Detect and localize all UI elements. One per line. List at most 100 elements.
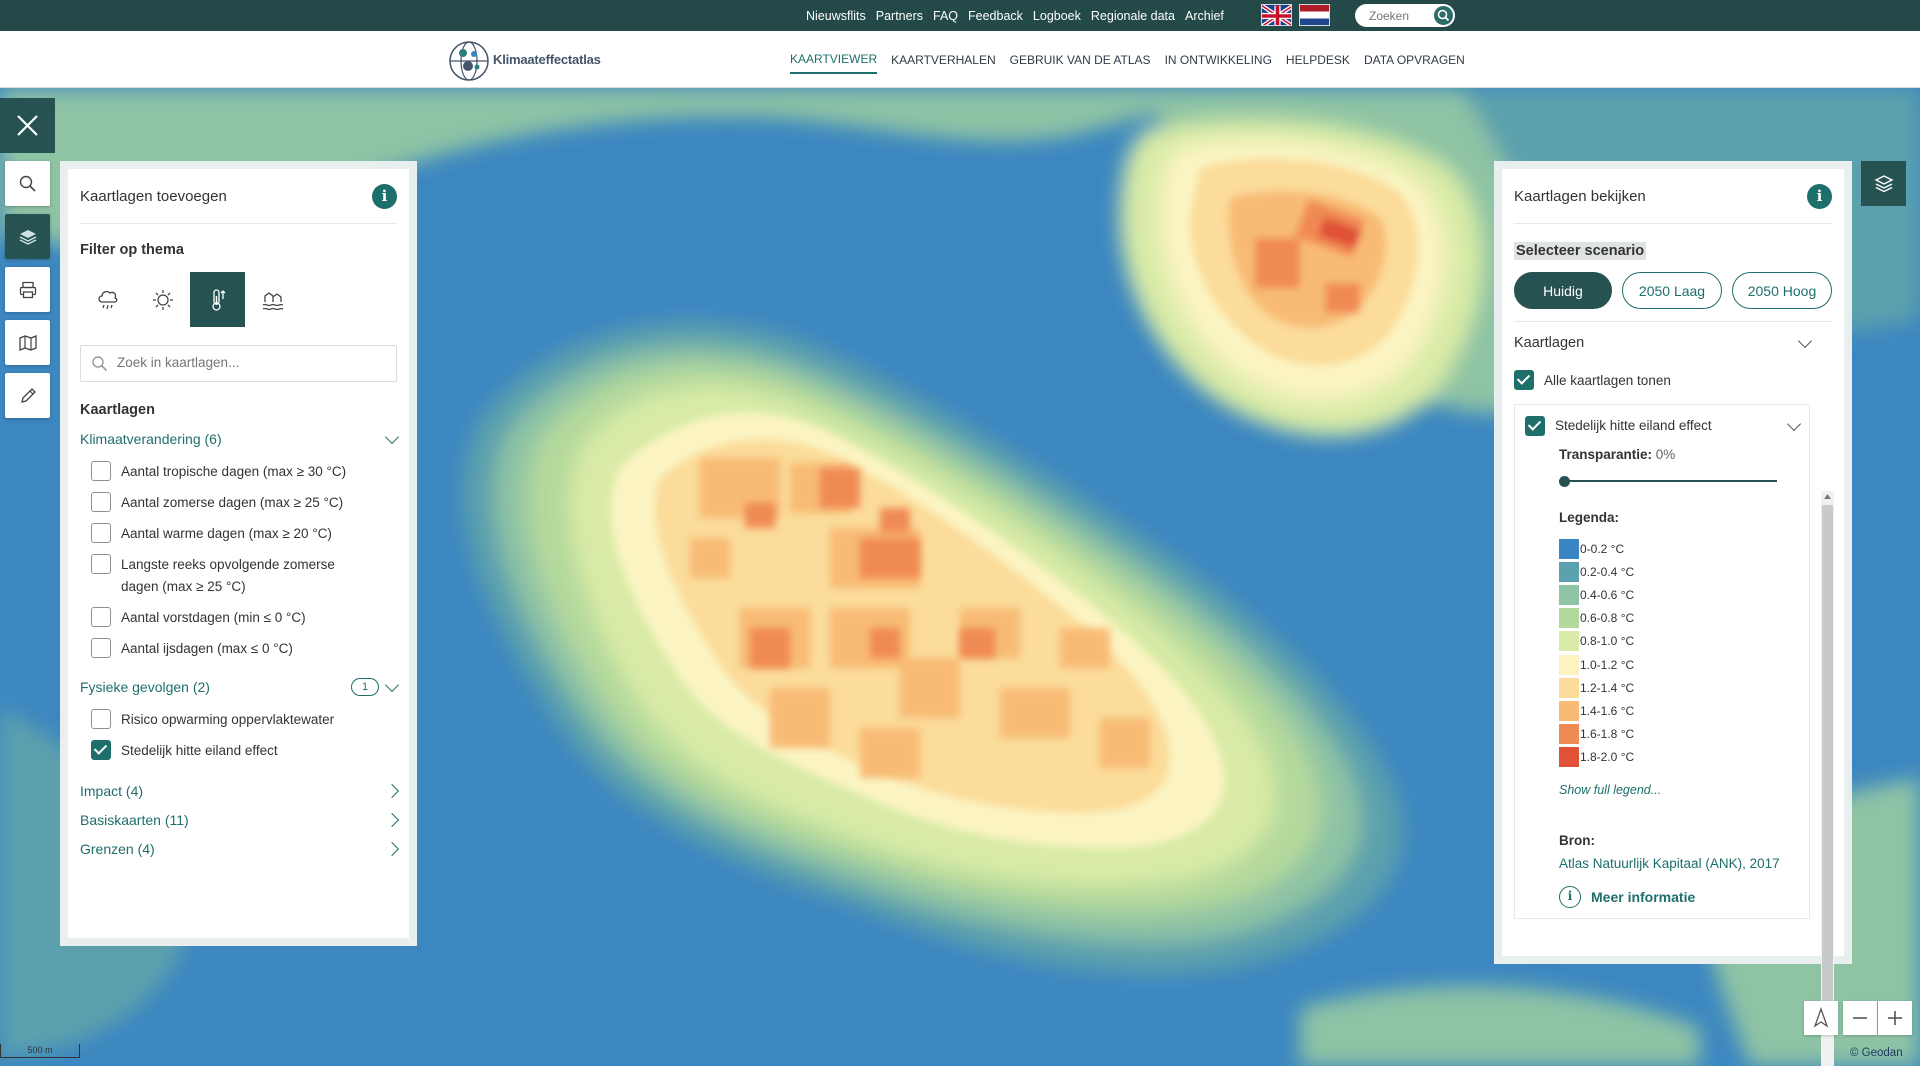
checkbox-checked[interactable]: [1514, 370, 1534, 390]
map-stories-tool-button[interactable]: [5, 320, 50, 365]
checkbox[interactable]: [91, 607, 111, 627]
layer-option[interactable]: Aantal ijsdagen (max ≤ 0 °C): [80, 638, 397, 660]
layer-option[interactable]: Langste reeks opvolgende zomerse dagen (…: [80, 554, 397, 598]
scenario-2050-laag-button[interactable]: 2050 Laag: [1622, 272, 1722, 309]
group-header-basiskaarten[interactable]: Basiskaarten (11): [80, 807, 400, 833]
theme-heat-button[interactable]: [190, 272, 245, 327]
layer-option[interactable]: Aantal zomerse dagen (max ≥ 25 °C): [80, 492, 397, 514]
draw-tool-button[interactable]: [5, 373, 50, 418]
layer-option-label: Aantal ijsdagen (max ≤ 0 °C): [121, 641, 293, 656]
minus-icon: [1853, 1017, 1867, 1019]
layer-option-label: Aantal tropische dagen (max ≥ 30 °C): [121, 464, 347, 479]
add-layers-panel-body: Kaartlagen toevoegen i Filter op thema Z…: [68, 169, 409, 938]
layer-option[interactable]: Stedelijk hitte eiland effect: [80, 740, 397, 762]
link-logboek[interactable]: Logboek: [1033, 9, 1081, 23]
checkbox[interactable]: [91, 638, 111, 658]
scrollbar-thumb[interactable]: [1822, 505, 1833, 1011]
layer-option[interactable]: Aantal vorstdagen (min ≤ 0 °C): [80, 607, 397, 629]
nav-kaartviewer[interactable]: KAARTVIEWER: [790, 46, 878, 74]
nav-gebruik-van-de-atlas[interactable]: GEBRUIK VAN DE ATLAS: [1010, 47, 1151, 73]
nav-in-ontwikkeling[interactable]: IN ONTWIKKELING: [1165, 47, 1272, 73]
active-layers-header[interactable]: Kaartlagen: [1514, 322, 1832, 364]
layer-option[interactable]: Risico opwarming oppervlaktewater: [80, 709, 397, 731]
theme-rain-button[interactable]: [80, 272, 135, 327]
show-all-layers-toggle[interactable]: Alle kaartlagen tonen: [1514, 370, 1832, 392]
legend: 0-0.2 °C 0.2-0.4 °C 0.4-0.6 °C 0.6-0.8 °…: [1559, 537, 1799, 769]
group-header-fysieke-gevolgen[interactable]: Fysieke gevolgen (2) 1: [80, 674, 400, 700]
group-header-impact[interactable]: Impact (4): [80, 778, 400, 804]
chevron-down-icon: [384, 429, 400, 445]
layers-tool-button[interactable]: [5, 214, 50, 259]
checkbox[interactable]: [91, 709, 111, 729]
search-button[interactable]: [1434, 6, 1453, 25]
legend-item: 1.2-1.4 °C: [1559, 676, 1799, 699]
scroll-up-icon[interactable]: [1824, 494, 1831, 500]
layer-search[interactable]: [80, 345, 397, 382]
main-nav: KAARTVIEWER KAARTVERHALEN GEBRUIK VAN DE…: [790, 31, 1465, 88]
theme-flood-button[interactable]: [245, 272, 300, 327]
legend-swatch: [1559, 561, 1579, 582]
scrollbar[interactable]: [1821, 491, 1834, 1066]
link-nieuwsflits[interactable]: Nieuwsflits: [806, 9, 866, 23]
zoom-in-button[interactable]: [1878, 1001, 1912, 1035]
info-icon[interactable]: i: [372, 183, 397, 209]
checkbox[interactable]: [91, 492, 111, 512]
search-tool-button[interactable]: [5, 161, 50, 206]
more-info-link[interactable]: i Meer informatie: [1559, 885, 1799, 908]
globe-logo-icon[interactable]: [447, 39, 491, 83]
top-search[interactable]: [1355, 4, 1455, 27]
layer-option-label: Stedelijk hitte eiland effect: [121, 743, 278, 758]
close-button[interactable]: [0, 98, 55, 153]
flag-nl-icon[interactable]: [1299, 4, 1330, 26]
scenario-huidig-button[interactable]: Huidig: [1514, 272, 1612, 309]
map-attribution[interactable]: © Geodan: [1850, 1047, 1903, 1059]
layer-option[interactable]: Aantal tropische dagen (max ≥ 30 °C): [80, 461, 397, 483]
north-arrow-button[interactable]: [1804, 1001, 1838, 1035]
legend-title: Legenda:: [1559, 510, 1620, 525]
layer-search-input[interactable]: [117, 355, 377, 370]
print-tool-button[interactable]: [5, 267, 50, 312]
layers-panel-toggle-button[interactable]: [1861, 161, 1906, 206]
legend-swatch: [1559, 608, 1579, 629]
group-header-grenzen[interactable]: Grenzen (4): [80, 836, 400, 862]
chevron-right-icon: [384, 841, 400, 857]
source-link[interactable]: Atlas Natuurlijk Kapitaal (ANK), 2017: [1559, 854, 1789, 874]
nav-data-opvragen[interactable]: DATA OPVRAGEN: [1364, 47, 1465, 73]
group-klimaatverandering: Klimaatverandering (6) Aantal tropische …: [80, 426, 400, 660]
slider-handle[interactable]: [1559, 476, 1570, 487]
transparency-slider[interactable]: [1559, 476, 1777, 487]
checkbox[interactable]: [91, 523, 111, 543]
top-search-input[interactable]: [1369, 7, 1431, 24]
chevron-down-icon[interactable]: [1786, 416, 1802, 432]
link-faq[interactable]: FAQ: [933, 9, 958, 23]
link-archief[interactable]: Archief: [1185, 9, 1224, 23]
checkbox-checked[interactable]: [91, 740, 111, 760]
active-layer-header[interactable]: Stedelijk hitte eiland effect: [1525, 415, 1802, 437]
checkbox-checked[interactable]: [1525, 416, 1545, 436]
checkbox[interactable]: [91, 554, 111, 574]
group-header-klimaatverandering[interactable]: Klimaatverandering (6): [80, 426, 400, 452]
chevron-right-icon: [384, 812, 400, 828]
scenario-2050-hoog-button[interactable]: 2050 Hoog: [1732, 272, 1832, 309]
legend-label: 1.4-1.6 °C: [1580, 703, 1635, 718]
layer-option[interactable]: Aantal warme dagen (max ≥ 20 °C): [80, 523, 397, 545]
nav-helpdesk[interactable]: HELPDESK: [1286, 47, 1350, 73]
legend-label: 0.6-0.8 °C: [1580, 611, 1635, 626]
group-label: Grenzen (4): [80, 841, 155, 857]
zoom-out-button[interactable]: [1843, 1001, 1877, 1035]
link-feedback[interactable]: Feedback: [968, 9, 1023, 23]
slider-track[interactable]: [1559, 480, 1777, 482]
theme-sun-button[interactable]: [135, 272, 190, 327]
legend-swatch: [1559, 654, 1579, 675]
link-partners[interactable]: Partners: [876, 9, 923, 23]
flag-en-icon[interactable]: [1261, 4, 1292, 26]
logo-text[interactable]: Klimaateffectatlas: [493, 52, 601, 67]
legend-label: 1.0-1.2 °C: [1580, 657, 1635, 672]
nav-kaartverhalen[interactable]: KAARTVERHALEN: [891, 47, 995, 73]
checkbox[interactable]: [91, 461, 111, 481]
info-icon[interactable]: i: [1807, 183, 1832, 209]
link-regionale-data[interactable]: Regionale data: [1091, 9, 1175, 23]
map-icon: [18, 334, 37, 351]
show-full-legend-link[interactable]: Show full legend...: [1559, 783, 1799, 797]
group-label: Impact (4): [80, 783, 144, 799]
